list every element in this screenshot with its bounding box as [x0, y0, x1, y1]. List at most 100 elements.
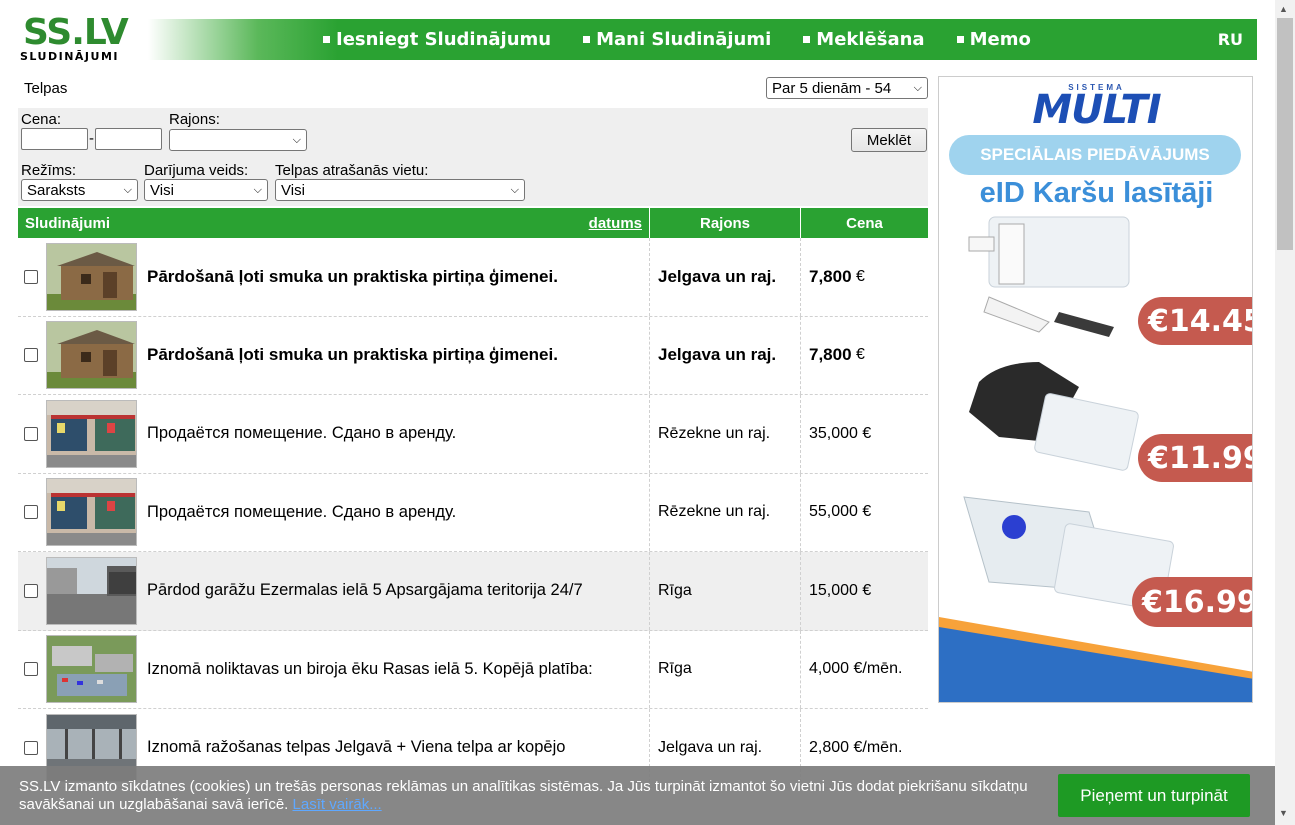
breadcrumb[interactable]: Telpas [24, 80, 67, 97]
scrollbar-thumb[interactable] [1277, 18, 1293, 250]
accept-cookies-button[interactable]: Pieņemt un turpināt [1058, 774, 1250, 817]
chevron-down-icon: ⌵ [123, 183, 132, 196]
ad-price-cell: 7,800 € [801, 317, 928, 395]
scroll-up-icon[interactable]: ▲ [1279, 4, 1288, 14]
table-row[interactable]: Продаётся помещение. Сдано в аренду. Rēze… [18, 473, 928, 552]
select-checkbox[interactable] [24, 505, 38, 520]
filter-panel: Cena: - Rajons: ⌵ Meklēt Režīms: Sarakst… [18, 108, 928, 206]
ad-title-link[interactable]: Iznomā ražošanas telpas Jelgavā + Viena … [147, 738, 565, 757]
chevron-down-icon: ⌵ [292, 133, 301, 146]
ad-cell: Продаётся помещение. Сдано в аренду. [18, 395, 650, 473]
ad-price-1: €14.45 [1138, 297, 1252, 345]
ad-title-link[interactable]: Pārdod garāžu Ezermalas ielā 5 Apsargāja… [147, 581, 583, 600]
mode-select[interactable]: Saraksts ⌵ [21, 179, 138, 201]
ad-title-link[interactable]: Pārdošanā ļoti smuka un praktiska pirtiņ… [147, 345, 558, 365]
ad-price: 55,000 [809, 503, 858, 521]
ad-currency: € [857, 503, 872, 521]
mode-label: Režīms: [21, 162, 77, 179]
ad-cell: Pārdošanā ļoti smuka un praktiska pirtiņ… [18, 316, 650, 394]
district-select[interactable]: ⌵ [169, 129, 307, 151]
ad-currency: € [857, 581, 872, 599]
ad-price-2: €11.99 [1138, 434, 1252, 482]
header-price[interactable]: Cena [801, 208, 928, 238]
ad-thumbnail[interactable] [46, 556, 137, 625]
ad-district: Rēzekne un raj. [650, 395, 801, 473]
menu-search[interactable]: Meklēšana [803, 29, 925, 50]
ad-price-cell: 55,000 € [801, 474, 928, 552]
menu-memo-label: Memo [969, 29, 1031, 50]
period-select[interactable]: Par 5 dienām - 54 ⌵ [766, 77, 928, 99]
price-label: Cena: [21, 111, 62, 128]
ad-title-link[interactable]: Pārdošanā ļoti smuka un praktiska pirtiņ… [147, 267, 558, 287]
select-checkbox[interactable] [24, 740, 38, 755]
ad-thumbnail[interactable] [46, 478, 137, 547]
ad-district: Jelgava un raj. [650, 238, 801, 316]
ad-thumbnail[interactable] [46, 399, 137, 468]
cookie-read-more-link[interactable]: Lasīt vairāk... [293, 796, 382, 813]
ad-cell: Iznomā noliktavas un biroja ēku Rasas ie… [18, 630, 650, 708]
ss-lv-logo[interactable]: SS.LV SLUDINĀJUMI [20, 12, 143, 63]
select-checkbox[interactable] [24, 426, 38, 441]
ad-headline: eID Karšu lasītāji [979, 177, 1214, 209]
select-checkbox[interactable] [24, 348, 38, 363]
ad-district: Jelgava un raj. [650, 316, 801, 394]
menu-search-label: Meklēšana [816, 29, 925, 50]
ad-price-cell: 35,000 € [801, 395, 928, 473]
deal-type-select[interactable]: Visi ⌵ [144, 179, 268, 201]
location-select[interactable]: Visi ⌵ [275, 179, 525, 201]
menu-submit-ad-label: Iesniegt Sludinājumu [336, 29, 552, 50]
ad-thumbnail[interactable] [46, 635, 137, 704]
ad-thumbnail[interactable] [46, 242, 137, 311]
scroll-down-icon[interactable]: ▼ [1279, 808, 1288, 818]
bullet-icon [323, 36, 330, 43]
header-district[interactable]: Rajons [650, 208, 801, 238]
table-row[interactable]: Iznomā noliktavas un biroja ēku Rasas ie… [18, 630, 928, 709]
advertisement-banner[interactable]: SISTEMA MULTI SPECIĀLAIS PIEDĀVĀJUMS eID… [938, 76, 1253, 703]
table-body: Pārdošanā ļoti smuka un praktiska pirtiņ… [18, 238, 928, 788]
select-checkbox[interactable] [24, 662, 38, 677]
bullet-icon [583, 36, 591, 43]
ad-currency: € [851, 346, 865, 364]
location-label: Telpas atrašanās vietu: [275, 162, 429, 179]
menu-submit-ad[interactable]: Iesniegt Sludinājumu [323, 29, 551, 50]
ad-price: 7,800 [809, 345, 852, 365]
select-checkbox[interactable] [24, 269, 38, 284]
ad-price-cell: 15,000 € [801, 552, 928, 630]
ad-price: 7,800 [809, 266, 852, 286]
cookie-text: SS.LV izmanto sīkdatnes (cookies) un tre… [19, 778, 1028, 813]
ad-title-link[interactable]: Продаётся помещение. Сдано в аренду. [147, 503, 456, 522]
menu-my-ads[interactable]: Mani Sludinājumi [583, 29, 771, 50]
logo-text: SS.LV [23, 12, 129, 53]
language-switch-ru[interactable]: RU [1218, 30, 1243, 49]
deal-type-select-value: Visi [150, 181, 174, 199]
table-row[interactable]: Продаётся помещение. Сдано в аренду. Rēze… [18, 395, 928, 474]
ad-currency: €/mēn. [849, 660, 903, 678]
price-dash: - [89, 130, 94, 147]
ad-brand-logo: MULTI [1032, 87, 1161, 133]
chevron-down-icon: ⌵ [253, 183, 262, 196]
main-menu: Iesniegt Sludinājumu Mani Sludinājumi Me… [323, 19, 1063, 60]
table-row[interactable]: Pārdošanā ļoti smuka un praktiska pirtiņ… [18, 316, 928, 395]
ad-title-link[interactable]: Продаётся помещение. Сдано в аренду. [147, 424, 456, 443]
table-row[interactable]: Pārdošanā ļoti smuka un praktiska pirtiņ… [18, 238, 928, 317]
price-max-input[interactable] [95, 128, 162, 150]
ad-district: Rīga [650, 552, 801, 630]
period-select-value: Par 5 dienām - 54 [772, 79, 892, 97]
ads-table: Sludinājumi datums Rajons Cena Pārdošanā… [18, 208, 928, 788]
ad-currency: € [851, 267, 865, 285]
bullet-icon [803, 36, 811, 43]
cookie-banner: SS.LV izmanto sīkdatnes (cookies) un tre… [0, 766, 1275, 825]
sort-by-date-link[interactable]: datums [589, 215, 642, 232]
deal-type-label: Darījuma veids: [144, 162, 249, 179]
table-row[interactable]: Pārdod garāžu Ezermalas ielā 5 Apsargāja… [18, 552, 928, 631]
ad-thumbnail[interactable] [46, 321, 137, 390]
menu-memo[interactable]: Memo [956, 29, 1031, 50]
ad-price: 15,000 [809, 581, 858, 599]
price-min-input[interactable] [21, 128, 88, 150]
chevron-down-icon: ⌵ [913, 81, 922, 94]
bullet-icon [956, 36, 964, 43]
district-label: Rajons: [169, 111, 220, 128]
select-checkbox[interactable] [24, 583, 38, 598]
search-button[interactable]: Meklēt [851, 128, 927, 152]
ad-title-link[interactable]: Iznomā noliktavas un biroja ēku Rasas ie… [147, 660, 593, 679]
